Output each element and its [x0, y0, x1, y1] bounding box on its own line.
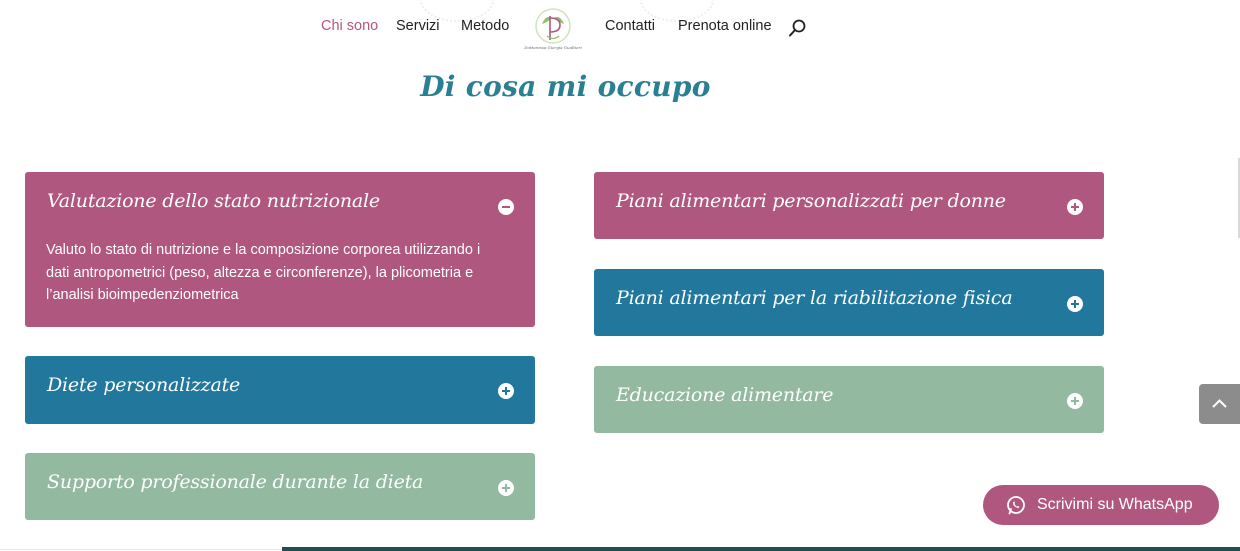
toggle-piani-donne[interactable]: Piani alimentari personalizzati per donn… — [594, 172, 1104, 239]
plus-circle-icon[interactable] — [498, 480, 514, 496]
toggle-title: Piani alimentari personalizzati per donn… — [616, 190, 1006, 212]
scroll-to-top-button[interactable] — [1199, 384, 1240, 424]
nav-item-servizi[interactable]: Servizi — [396, 18, 440, 34]
site-header: Chi sono Servizi Metodo Dottoressa Giorg… — [0, 0, 1240, 60]
site-logo[interactable]: Dottoressa Giorgia Gualtieri — [524, 6, 582, 52]
section-title: Di cosa mi occupo — [420, 70, 711, 103]
toggle-title: Piani alimentari per la riabilitazione f… — [616, 287, 1013, 309]
nav-item-contatti[interactable]: Contatti — [605, 18, 655, 34]
toggle-educazione-alimentare[interactable]: Educazione alimentare — [594, 366, 1104, 433]
whatsapp-icon — [1005, 494, 1027, 516]
toggle-content: Valuto lo stato di nutrizione e la compo… — [46, 242, 481, 303]
toggle-title: Valutazione dello stato nutrizionale — [47, 190, 380, 212]
toggle-supporto-professionale[interactable]: Supporto professionale durante la dieta — [25, 453, 535, 520]
whatsapp-button[interactable]: Scrivimi su WhatsApp — [983, 485, 1219, 525]
plus-circle-icon[interactable] — [1067, 393, 1083, 409]
plus-circle-icon[interactable] — [498, 383, 514, 399]
minus-circle-icon[interactable] — [498, 199, 514, 215]
toggle-title: Supporto professionale durante la dieta — [47, 471, 424, 493]
nav-item-prenota-online[interactable]: Prenota online — [678, 18, 772, 34]
footer-section-top — [282, 547, 1240, 551]
divider — [0, 549, 282, 550]
nav-item-chi-sono[interactable]: Chi sono — [321, 18, 378, 34]
search-icon[interactable] — [788, 18, 808, 38]
logo-text: Dottoressa Giorgia Gualtieri — [524, 45, 582, 50]
toggle-title: Diete personalizzate — [47, 374, 241, 396]
nav-item-metodo[interactable]: Metodo — [461, 18, 509, 34]
toggle-valutazione[interactable]: Valutazione dello stato nutrizionale Val… — [25, 172, 535, 327]
toggle-title: Educazione alimentare — [616, 384, 834, 406]
chevron-up-icon — [1212, 399, 1227, 408]
plus-circle-icon[interactable] — [1067, 199, 1083, 215]
toggle-piani-riabilitazione[interactable]: Piani alimentari per la riabilitazione f… — [594, 269, 1104, 336]
whatsapp-label: Scrivimi su WhatsApp — [1037, 496, 1193, 513]
plus-circle-icon[interactable] — [1067, 296, 1083, 312]
toggle-diete-personalizzate[interactable]: Diete personalizzate — [25, 356, 535, 424]
